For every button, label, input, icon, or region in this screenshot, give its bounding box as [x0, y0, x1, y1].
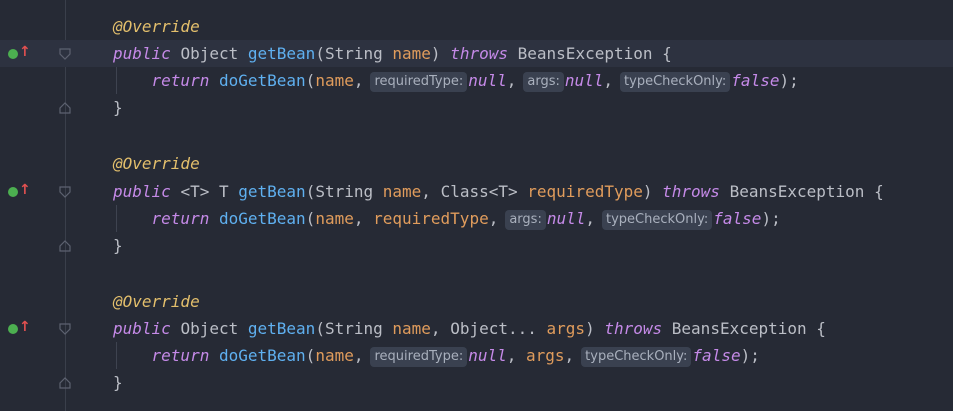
overrides-method-icon[interactable]: ↑ — [8, 319, 31, 337]
code-line-14[interactable]: } — [0, 369, 953, 396]
code-text: } — [113, 98, 123, 117]
code-line-11[interactable]: @Override — [0, 288, 953, 315]
code-text: return doGetBean(name, requiredType, args… — [151, 209, 781, 230]
code-text: return doGetBean(name, requiredType: null,… — [151, 71, 799, 92]
code-text: } — [113, 236, 123, 255]
code-line-3[interactable]: return doGetBean(name, requiredType: null,… — [0, 67, 953, 94]
fold-end-icon[interactable] — [59, 240, 71, 252]
method-name: getBean — [238, 182, 306, 201]
indent-guide — [116, 342, 117, 369]
overrides-method-icon[interactable]: ↑ — [8, 182, 31, 200]
fold-marker-icon[interactable] — [59, 186, 71, 198]
code-text: public Object getBean(String name, Objec… — [113, 319, 826, 338]
code-line-1[interactable]: @Override — [0, 13, 953, 40]
indent-guide — [116, 67, 117, 94]
code-line-2[interactable]: ↑ public Object getBean(String name) thr… — [0, 40, 953, 67]
inlay-hint-required-type: requiredType: — [370, 72, 468, 92]
code-text: @Override — [113, 288, 200, 315]
annotation-override: @Override — [113, 292, 200, 311]
code-editor[interactable]: @Override ↑ public Object getBean(String… — [0, 0, 953, 411]
inlay-hint-required-type: requiredType: — [370, 347, 468, 367]
code-line-4[interactable]: } — [0, 94, 953, 121]
inlay-hint-args: args: — [523, 72, 564, 92]
fold-end-icon[interactable] — [59, 102, 71, 114]
code-text: @Override — [113, 13, 200, 40]
code-line-13[interactable]: return doGetBean(name, requiredType: null,… — [0, 342, 953, 369]
fold-marker-icon[interactable] — [59, 48, 71, 60]
inlay-hint-args: args: — [505, 210, 546, 230]
indent-guide — [116, 205, 117, 232]
code-text: public <T> T getBean(String name, Class<… — [113, 182, 884, 201]
annotation-override: @Override — [113, 17, 200, 36]
code-line-8[interactable]: return doGetBean(name, requiredType, args… — [0, 205, 953, 232]
overrides-method-icon[interactable]: ↑ — [8, 44, 31, 62]
inlay-hint-type-check-only: typeCheckOnly: — [602, 210, 713, 230]
code-line-6[interactable]: @Override — [0, 150, 953, 177]
code-line-12[interactable]: ↑ public Object getBean(String name, Obj… — [0, 315, 953, 342]
annotation-override: @Override — [113, 154, 200, 173]
inlay-hint-type-check-only: typeCheckOnly: — [620, 72, 731, 92]
code-text: @Override — [113, 150, 200, 177]
method-name: getBean — [247, 44, 316, 63]
fold-end-icon[interactable] — [59, 377, 71, 389]
code-text: return doGetBean(name, requiredType: null,… — [151, 346, 760, 367]
method-name: getBean — [247, 319, 316, 338]
code-line-9[interactable]: } — [0, 232, 953, 259]
fold-marker-icon[interactable] — [59, 323, 71, 335]
code-line-7[interactable]: ↑ public <T> T getBean(String name, Clas… — [0, 178, 953, 205]
code-text: } — [113, 373, 123, 392]
code-text: public Object getBean(String name) throw… — [113, 44, 672, 63]
inlay-hint-type-check-only: typeCheckOnly: — [581, 347, 692, 367]
